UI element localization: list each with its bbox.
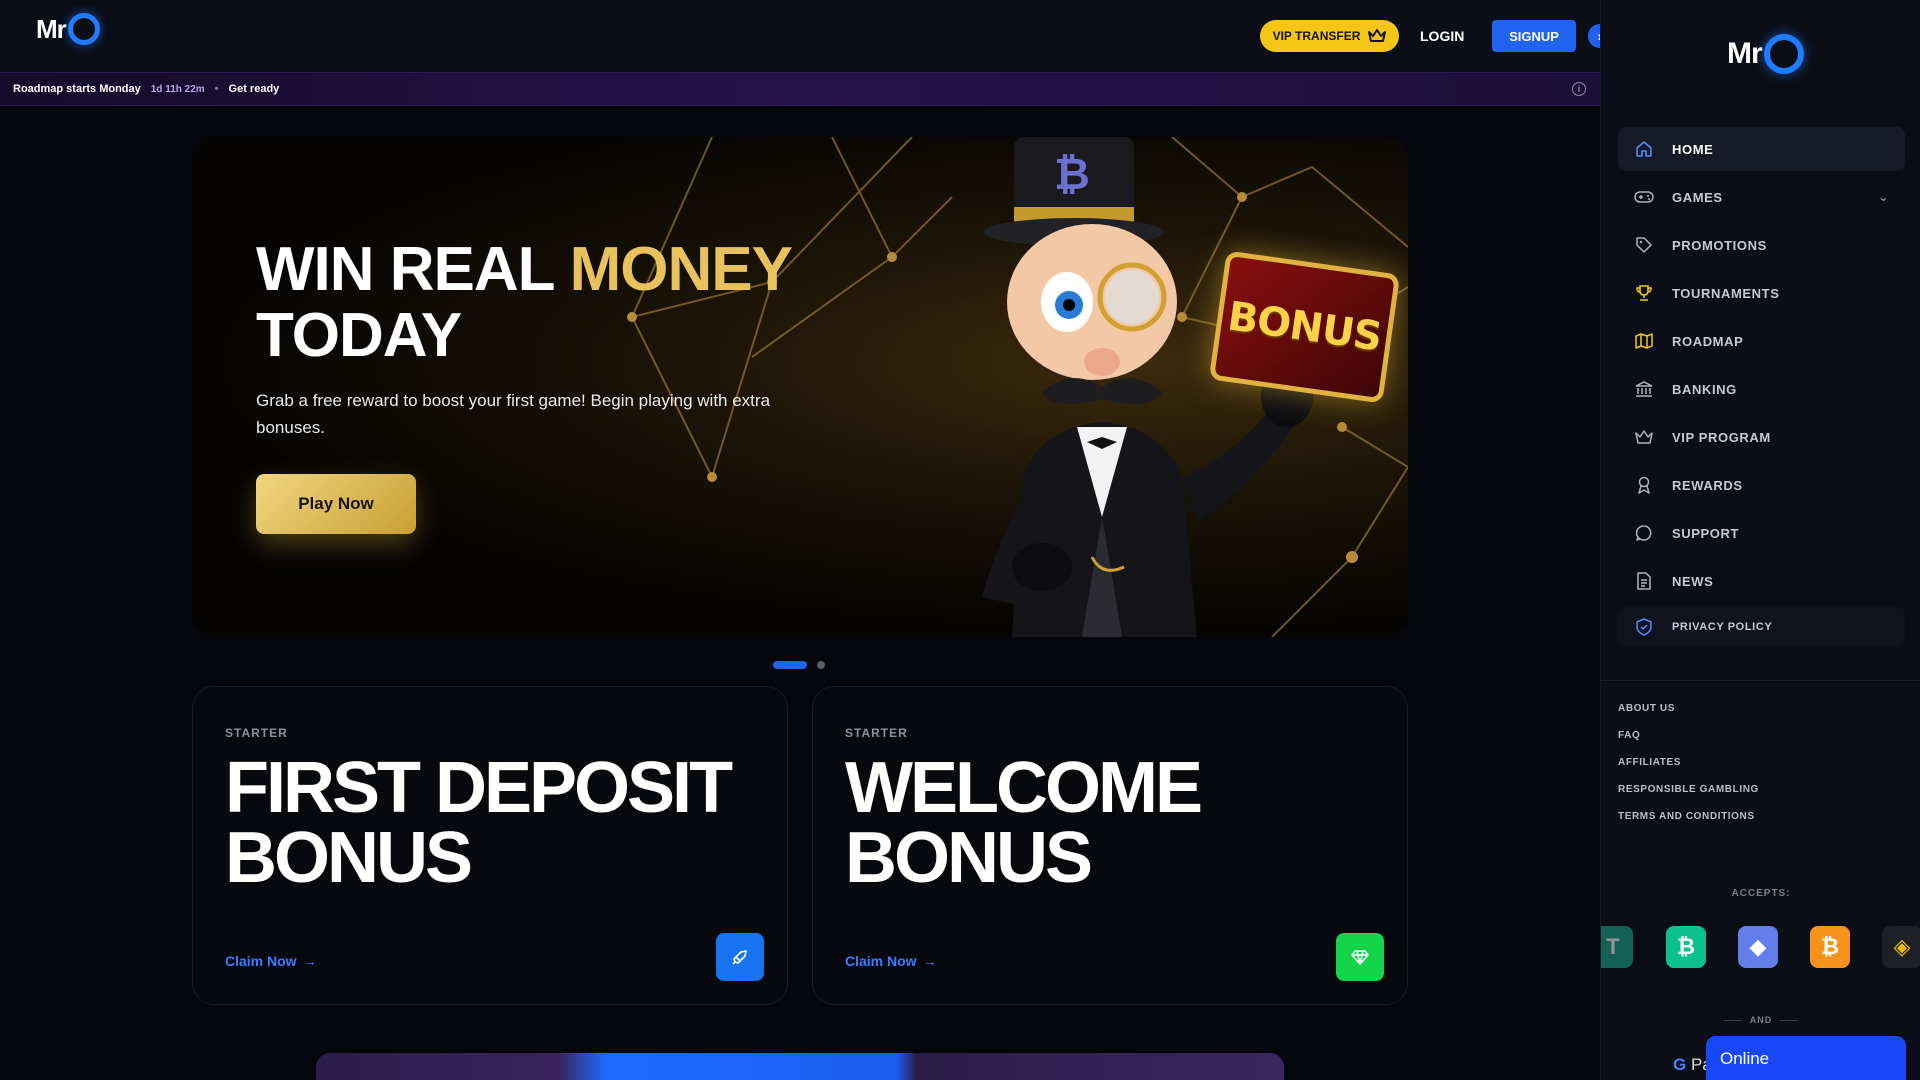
sidebar-item-vip-program[interactable]: VIP PROGRAM <box>1618 415 1905 459</box>
document-icon <box>1634 571 1654 591</box>
footer-link-faq[interactable]: FAQ <box>1618 730 1759 757</box>
bitcoin-cash-coin-icon: ₿ <box>1666 926 1706 968</box>
hero-headline: WIN REAL MONEY TODAY <box>256 235 793 370</box>
right-sidebar: Mr HOME GAMES ⌄ PROMOTIONS TOURNAMENTS R… <box>1600 0 1920 1080</box>
bonus-sign: BONUS <box>1208 250 1401 404</box>
hero-banner: WIN REAL MONEY TODAY Grab a free reward … <box>192 137 1408 637</box>
announcement-bar: Roadmap starts Monday 1d 11h 22m • Get r… <box>0 72 1600 106</box>
welcome-bonus-card[interactable]: STARTER WELCOME BONUS Claim Now → <box>812 686 1408 1005</box>
arrow-right-icon: → <box>922 953 937 969</box>
bitcoin-coin-icon: ₿ <box>1810 926 1850 968</box>
map-icon <box>1634 331 1654 351</box>
announcement-cta[interactable]: Get ready <box>229 83 280 95</box>
home-icon <box>1634 139 1654 159</box>
vip-transfer-button[interactable]: VIP TRANSFER <box>1260 20 1399 52</box>
payment-coins-row: T ₿ ◆ ₿ ◈ <box>1601 926 1920 968</box>
ethereum-coin-icon: ◆ <box>1738 926 1778 968</box>
carousel-dot[interactable] <box>817 661 825 669</box>
footer-link-affiliates[interactable]: AFFILIATES <box>1618 757 1759 784</box>
sidebar-nav: HOME GAMES ⌄ PROMOTIONS TOURNAMENTS ROAD… <box>1618 127 1905 651</box>
footer-links: ABOUT US FAQ AFFILIATES RESPONSIBLE GAMB… <box>1618 703 1759 838</box>
gem-icon <box>1336 933 1384 981</box>
footer-link-about-us[interactable]: ABOUT US <box>1618 703 1759 730</box>
rocket-icon <box>716 933 764 981</box>
chevron-down-icon[interactable]: ⌄ <box>1878 190 1889 204</box>
sidebar-logo[interactable]: Mr <box>1727 34 1804 74</box>
first-deposit-bonus-card[interactable]: STARTER FIRST DEPOSIT BONUS Claim Now → <box>192 686 788 1005</box>
sidebar-item-news[interactable]: NEWS <box>1618 559 1905 603</box>
site-logo[interactable]: Mr <box>36 13 100 45</box>
countdown-timer: 1d 11h 22m <box>150 83 205 95</box>
sidebar-item-banking[interactable]: BANKING <box>1618 367 1905 411</box>
google-g-icon: G <box>1673 1055 1687 1074</box>
announcement-title: Roadmap starts Monday <box>13 83 141 95</box>
accepts-label: ACCEPTS: <box>1731 888 1791 899</box>
crown-icon <box>1634 427 1654 447</box>
trophy-icon <box>1634 283 1654 303</box>
signup-button[interactable]: SIGNUP <box>1492 20 1576 52</box>
footer-link-responsible-gambling[interactable]: RESPONSIBLE GAMBLING <box>1618 784 1759 811</box>
crown-icon <box>1368 29 1387 42</box>
top-header: Mr VIP TRANSFER LOGIN SIGNUP › <box>0 0 1612 72</box>
live-chat-button[interactable]: Online <box>1706 1036 1906 1080</box>
ribbon-icon <box>1634 475 1654 495</box>
and-label: AND <box>1601 1015 1920 1025</box>
info-icon[interactable]: i <box>1572 82 1586 96</box>
sidebar-item-privacy-policy[interactable]: PRIVACY POLICY <box>1618 607 1905 647</box>
carousel-pagination <box>773 661 825 669</box>
tag-icon <box>1634 235 1654 255</box>
shield-icon <box>1634 617 1654 637</box>
login-button[interactable]: LOGIN <box>1420 22 1464 50</box>
play-now-button[interactable]: Play Now <box>256 474 416 534</box>
bank-icon <box>1634 379 1654 399</box>
arrow-right-icon: → <box>302 953 317 969</box>
sidebar-item-support[interactable]: SUPPORT <box>1618 511 1905 555</box>
sidebar-item-tournaments[interactable]: TOURNAMENTS <box>1618 271 1905 315</box>
separator-dot: • <box>214 83 219 95</box>
card-title: FIRST DEPOSIT BONUS <box>225 748 733 898</box>
sidebar-item-rewards[interactable]: REWARDS <box>1618 463 1905 507</box>
card-eyebrow: STARTER <box>845 726 908 740</box>
sidebar-item-promotions[interactable]: PROMOTIONS <box>1618 223 1905 267</box>
promo-banner-strip[interactable] <box>316 1053 1284 1080</box>
hero-headline-highlight: MONEY <box>569 235 793 304</box>
sidebar-item-roadmap[interactable]: ROADMAP <box>1618 319 1905 363</box>
tether-coin-icon: T <box>1601 926 1633 968</box>
sidebar-item-games[interactable]: GAMES ⌄ <box>1618 175 1905 219</box>
hero-subtitle: Grab a free reward to boost your first g… <box>256 391 771 437</box>
card-title: WELCOME BONUS <box>845 748 1203 898</box>
carousel-dot-active[interactable] <box>773 661 807 669</box>
claim-now-link[interactable]: Claim Now → <box>845 953 937 969</box>
gamepad-icon <box>1634 187 1654 207</box>
claim-now-link[interactable]: Claim Now → <box>225 953 317 969</box>
card-eyebrow: STARTER <box>225 726 288 740</box>
logo-o-ring <box>1763 34 1804 74</box>
logo-o-ring <box>67 13 100 45</box>
bitcoin-hat-emblem: ₿ <box>1054 149 1090 200</box>
footer-link-terms[interactable]: TERMS AND CONDITIONS <box>1618 811 1759 838</box>
chat-bubble-icon <box>1634 523 1654 543</box>
binance-coin-icon: ◈ <box>1882 926 1920 968</box>
sidebar-divider <box>1601 680 1920 681</box>
sidebar-item-home[interactable]: HOME <box>1618 127 1905 171</box>
